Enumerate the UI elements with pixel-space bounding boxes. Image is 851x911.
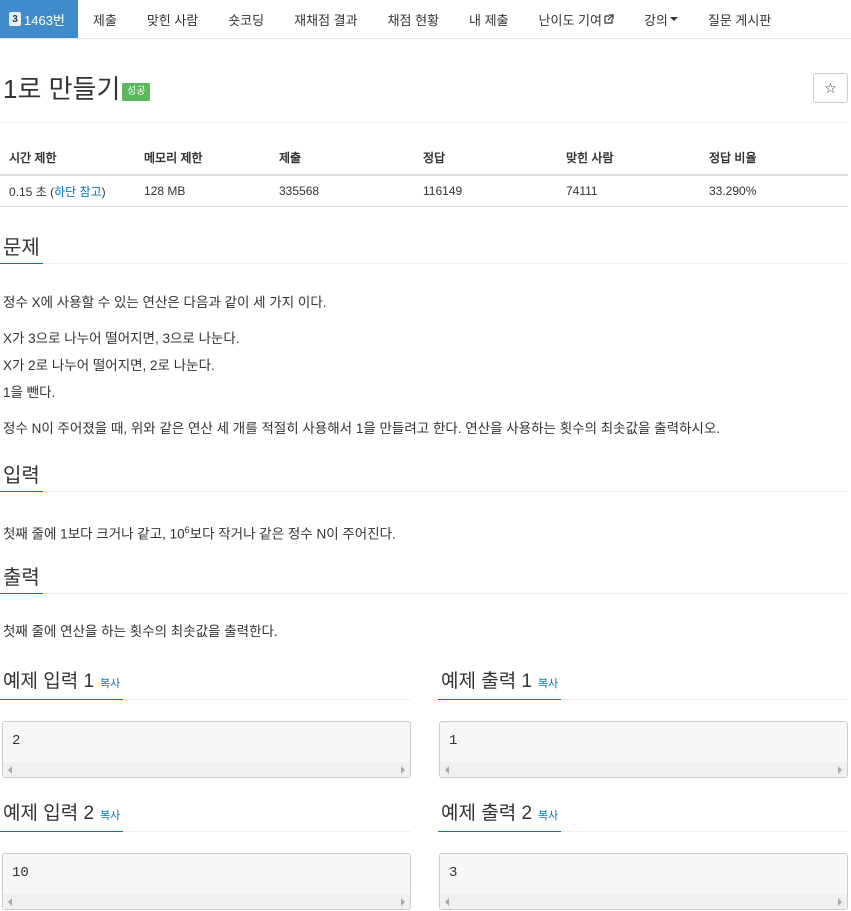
favorite-button[interactable]: ☆ xyxy=(813,73,848,103)
problem-op-1: X가 3으로 나누어 떨어지면, 3으로 나눈다. xyxy=(3,331,240,346)
tab-solvers-label: 맞힌 사람 xyxy=(146,12,199,28)
solvers-value: 74111 xyxy=(557,175,700,207)
scroll-left-icon[interactable] xyxy=(8,898,12,906)
table-header-row: 시간 제한 메모리 제한 제출 정답 맞힌 사람 정답 비율 xyxy=(0,141,848,176)
tab-shortcoding-label: 숏코딩 xyxy=(228,12,265,28)
memory-limit-value: 128 MB xyxy=(135,175,270,207)
example-input-1-code: 2 xyxy=(12,733,21,749)
table-row: 0.15 초 (하단 참고) 128 MB 335568 116149 7411… xyxy=(0,175,848,207)
tab-rejudge-label: 재채점 결과 xyxy=(294,12,358,28)
example-input-1-header: 예제 입력 1 복사 xyxy=(0,666,410,700)
input-description: 첫째 줄에 1보다 크거나 같고, 106보다 작거나 같은 정수 N이 주어진… xyxy=(3,521,396,544)
tab-status-label: 채점 현황 xyxy=(387,12,440,28)
tab-my-submissions-label: 내 제출 xyxy=(469,12,509,28)
example-output-2-header: 예제 출력 2 복사 xyxy=(438,798,848,832)
example-input-1-title: 예제 입력 1 복사 xyxy=(0,667,124,700)
page-title: 1로 만들기 xyxy=(3,74,121,104)
scroll-left-icon[interactable] xyxy=(8,766,12,774)
col-memory-limit: 메모리 제한 xyxy=(135,141,270,176)
input-heading: 입력 xyxy=(0,461,43,492)
example-input-2-title: 예제 입력 2 복사 xyxy=(0,799,124,832)
caret-down-icon xyxy=(669,17,678,21)
tab-lecture-label: 강의 xyxy=(643,12,668,28)
tab-solvers[interactable]: 맞힌 사람 xyxy=(132,0,213,38)
output-heading: 출력 xyxy=(0,563,43,594)
tier-badge-icon: 3 xyxy=(9,12,21,26)
input-text-b: 보다 작거나 같은 정수 N이 주어진다. xyxy=(189,526,396,542)
horizontal-scrollbar[interactable] xyxy=(3,762,410,777)
col-time-limit: 시간 제한 xyxy=(0,141,135,176)
problem-heading: 문제 xyxy=(0,233,43,264)
problem-info-table: 시간 제한 메모리 제한 제출 정답 맞힌 사람 정답 비율 0.15 초 (하… xyxy=(0,141,848,207)
tab-problem-label: 1463번 xyxy=(24,12,65,28)
tab-qna-label: 질문 게시판 xyxy=(707,12,772,28)
example-output-1-label: 예제 출력 1 xyxy=(441,671,533,692)
example-input-2-code: 10 xyxy=(12,865,29,881)
example-output-2-box: 3 xyxy=(439,853,848,910)
example-input-2-header: 예제 입력 2 복사 xyxy=(0,798,410,832)
horizontal-scrollbar[interactable] xyxy=(3,894,410,909)
tab-lecture[interactable]: 강의 xyxy=(629,0,693,38)
tab-problem[interactable]: 3 1463번 xyxy=(0,0,78,38)
status-badge: 성공 xyxy=(122,83,151,101)
problem-op-2: X가 2로 나누어 떨어지면, 2로 나눈다. xyxy=(3,358,215,373)
example-output-1-title: 예제 출력 1 복사 xyxy=(438,667,562,700)
example-output-2-title: 예제 출력 2 복사 xyxy=(438,799,562,832)
example-input-2-box: 10 xyxy=(2,853,411,910)
copy-output-2-button[interactable]: 복사 xyxy=(538,810,558,822)
tab-qna[interactable]: 질문 게시판 xyxy=(693,0,786,38)
scroll-right-icon[interactable] xyxy=(401,898,405,906)
tab-submit[interactable]: 제출 xyxy=(78,0,132,38)
copy-input-2-button[interactable]: 복사 xyxy=(100,810,120,822)
col-accepted: 정답 xyxy=(414,141,557,176)
tab-my-submissions[interactable]: 내 제출 xyxy=(454,0,524,38)
col-solvers: 맞힌 사람 xyxy=(557,141,700,176)
scroll-right-icon[interactable] xyxy=(838,898,842,906)
input-text-a: 첫째 줄에 1보다 크거나 같고, 10 xyxy=(3,526,185,542)
example-output-1-box: 1 xyxy=(439,721,848,778)
scroll-right-icon[interactable] xyxy=(838,766,842,774)
output-section-header: 출력 xyxy=(0,562,848,594)
accepted-value: 116149 xyxy=(414,175,557,207)
problem-op-3: 1을 뺀다. xyxy=(3,385,56,400)
star-icon: ☆ xyxy=(824,79,837,96)
output-description: 첫째 줄에 연산을 하는 횟수의 최솟값을 출력한다. xyxy=(3,624,278,639)
input-section-header: 입력 xyxy=(0,460,848,492)
scroll-right-icon[interactable] xyxy=(401,766,405,774)
ratio-value: 33.290% xyxy=(700,175,848,207)
problem-nav: 3 1463번 제출 맞힌 사람 숏코딩 재채점 결과 채점 현황 내 제출 난… xyxy=(0,0,851,39)
problem-intro: 정수 X에 사용할 수 있는 연산은 다음과 같이 세 가지 이다. xyxy=(3,295,327,310)
example-output-1-header: 예제 출력 1 복사 xyxy=(438,666,848,700)
example-output-2-label: 예제 출력 2 xyxy=(441,803,533,824)
col-ratio: 정답 비율 xyxy=(700,141,848,176)
tab-difficulty-label: 난이도 기여 xyxy=(538,12,602,28)
tab-rejudge[interactable]: 재채점 결과 xyxy=(279,0,372,38)
horizontal-scrollbar[interactable] xyxy=(440,762,847,777)
example-input-1-box: 2 xyxy=(2,721,411,778)
tab-status[interactable]: 채점 현황 xyxy=(373,0,454,38)
problem-description: 정수 N이 주어졌을 때, 위와 같은 연산 세 개를 적절히 사용해서 1을 … xyxy=(3,421,721,436)
example-output-1-code: 1 xyxy=(449,733,458,749)
horizontal-scrollbar[interactable] xyxy=(440,894,847,909)
tab-difficulty[interactable]: 난이도 기여 xyxy=(524,0,629,38)
scroll-left-icon[interactable] xyxy=(445,766,449,774)
tab-shortcoding[interactable]: 숏코딩 xyxy=(213,0,279,38)
scroll-left-icon[interactable] xyxy=(445,898,449,906)
example-input-2-label: 예제 입력 2 xyxy=(3,803,95,824)
tab-submit-label: 제출 xyxy=(92,12,117,28)
problem-section-header: 문제 xyxy=(0,232,848,264)
time-limit-note-link[interactable]: 하단 참고 xyxy=(54,185,102,199)
time-limit-cell: 0.15 초 (하단 참고) xyxy=(0,175,135,207)
col-submissions: 제출 xyxy=(270,141,414,176)
time-limit-value: 0.15 초 ( xyxy=(9,184,55,199)
submissions-value: 335568 xyxy=(270,175,414,207)
time-limit-close: ) xyxy=(101,184,106,199)
copy-input-1-button[interactable]: 복사 xyxy=(100,678,120,690)
example-output-2-code: 3 xyxy=(449,865,458,881)
example-input-1-label: 예제 입력 1 xyxy=(3,671,95,692)
problem-title-row: 1로 만들기 성공 ☆ xyxy=(0,70,848,123)
copy-output-1-button[interactable]: 복사 xyxy=(538,678,558,690)
external-link-icon xyxy=(604,14,614,24)
